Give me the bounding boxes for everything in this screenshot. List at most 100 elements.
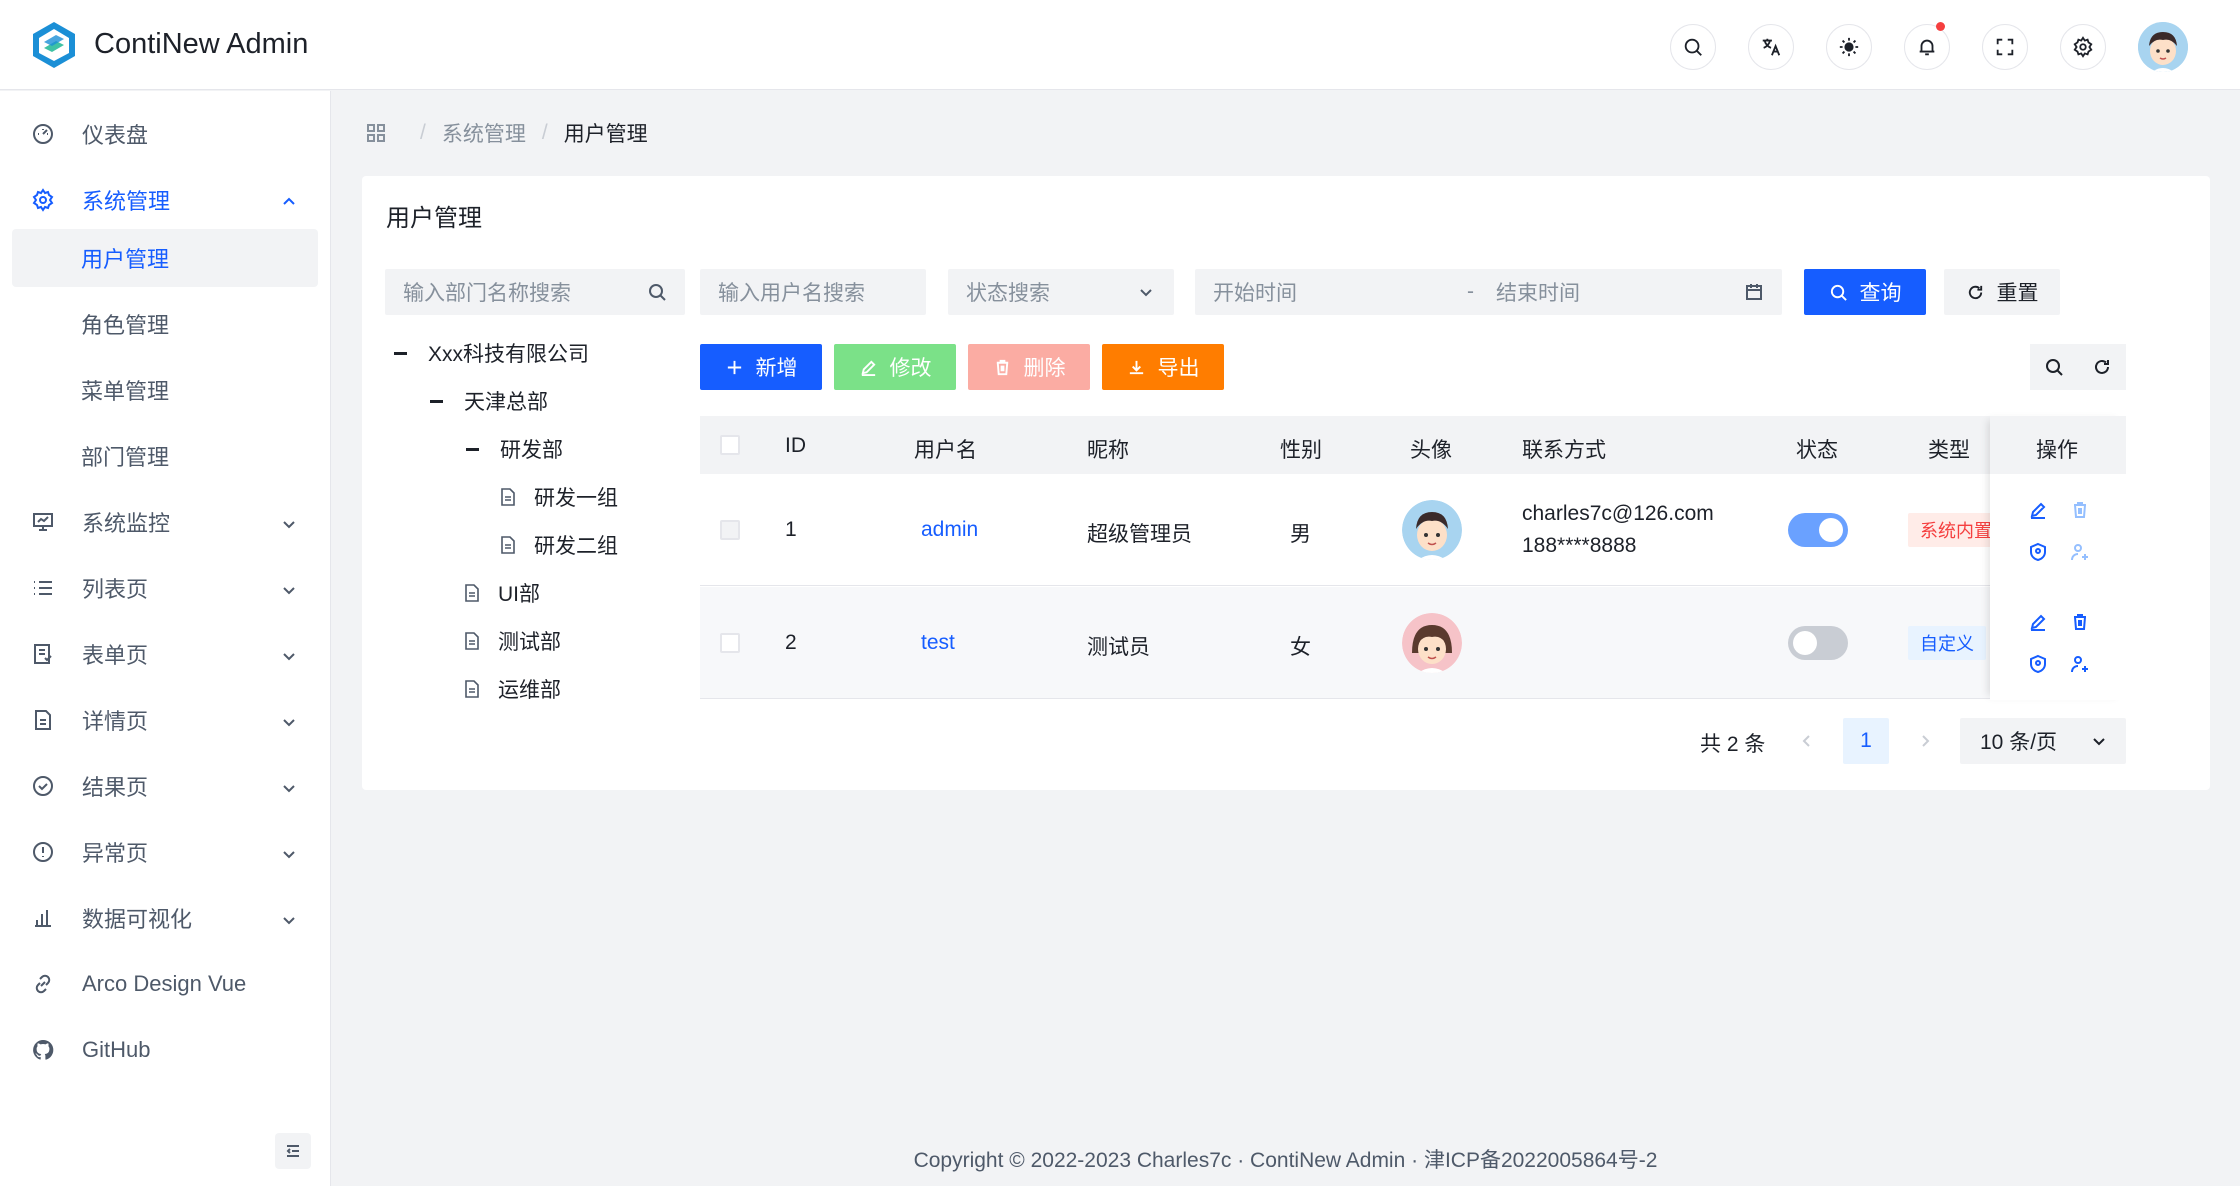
top-header: ContiNew Admin [0,0,2240,90]
sidebar-sub-item-roles[interactable]: 角色管理 [12,295,318,353]
edit-button[interactable]: 修改 [834,344,956,390]
sidebar-item-list[interactable]: 列表页 [12,559,318,617]
list-icon [30,575,56,601]
user-role-icon[interactable] [2070,654,2090,674]
tree-node[interactable]: UI部 [464,578,540,608]
chevron-up-icon [280,191,298,209]
breadcrumb-item[interactable]: 系统管理 [442,118,526,148]
refresh-icon [2095,359,2109,374]
page-number[interactable]: 1 [1843,718,1889,764]
language-button[interactable] [1748,24,1794,70]
cell-username-link[interactable]: admin [921,518,978,542]
edit-icon[interactable] [2028,612,2048,632]
table-row[interactable]: 1 admin 超级管理员 男 charles7c@126.com 188***… [700,474,2126,586]
status-toggle[interactable] [1788,513,1848,547]
tree-collapse-icon[interactable] [428,392,446,410]
sidebar-item-detail[interactable]: 详情页 [12,691,318,749]
file-icon [464,584,480,602]
export-button-label: 导出 [1157,357,1200,380]
tree-node[interactable]: 研发一组 [500,482,618,512]
sidebar-item-exception[interactable]: 异常页 [12,823,318,881]
table-header: ID 用户名 昵称 性别 头像 联系方式 状态 类型 [700,416,2126,474]
delete-button[interactable]: 删除 [968,344,1090,390]
sidebar-item-arco[interactable]: Arco Design Vue [12,955,318,1013]
table-row[interactable]: 2 test 测试员 女 自定义 [700,587,2126,699]
prev-page-icon[interactable] [1798,732,1816,750]
sidebar-sub-item-depts[interactable]: 部门管理 [12,427,318,485]
sidebar-sub-item-menus[interactable]: 菜单管理 [12,361,318,419]
trash-icon [996,359,1008,375]
cell-username-link[interactable]: test [921,631,955,655]
chevron-down-icon [280,909,298,927]
start-date-placeholder: 开始时间 [1213,282,1297,305]
row-checkbox[interactable] [720,520,740,540]
tree-node[interactable]: 研发二组 [500,530,618,560]
status-select[interactable]: 状态搜索 [948,269,1174,315]
query-button[interactable]: 查询 [1804,269,1926,315]
male-avatar-icon [1402,500,1462,560]
tree-node-label: UI部 [498,583,540,606]
status-select-placeholder: 状态搜索 [966,282,1050,305]
toggle-knob [1819,518,1843,542]
operations-column: 操作 [1990,416,2126,700]
sidebar-item-label: 列表页 [82,577,149,602]
user-avatar[interactable] [2138,22,2188,72]
trash-icon[interactable] [2070,612,2090,632]
tree-node[interactable]: Xxx科技有限公司 [392,338,589,368]
user-role-icon [2070,542,2090,562]
status-toggle[interactable] [1788,626,1848,660]
tree-collapse-icon[interactable] [392,344,410,362]
username-search-input[interactable]: 输入用户名搜索 [700,269,926,315]
sidebar-sub-item-label: 部门管理 [81,445,170,470]
sidebar-item-label: 异常页 [82,841,149,866]
dept-search-input[interactable]: 输入部门名称搜索 [385,269,685,315]
edit-icon[interactable] [2028,500,2048,520]
sidebar-sub-item-label: 菜单管理 [81,379,170,404]
settings-button[interactable] [2060,24,2106,70]
tree-node[interactable]: 运维部 [464,674,561,704]
export-button[interactable]: 导出 [1102,344,1224,390]
sidebar-item-monitor[interactable]: 系统监控 [12,493,318,551]
tree-node[interactable]: 天津总部 [428,386,548,416]
shield-icon[interactable] [2028,542,2048,562]
tree-node[interactable]: 测试部 [464,626,561,656]
fullscreen-button[interactable] [1982,24,2028,70]
page-size-select[interactable]: 10 条/页 [1960,718,2126,764]
next-page-icon[interactable] [1916,732,1934,750]
sidebar-item-form[interactable]: 表单页 [12,625,318,683]
column-header: 联系方式 [1522,439,1606,462]
date-range-picker[interactable]: 开始时间 - 结束时间 [1195,269,1782,315]
notification-button[interactable] [1904,22,1950,70]
sidebar-item-dashboard[interactable]: 仪表盘 [12,105,318,163]
select-all-checkbox[interactable] [720,435,740,455]
reset-button[interactable]: 重置 [1944,269,2060,315]
sidebar-item-label: 结果页 [82,775,149,800]
dashboard-icon [30,121,56,147]
app-logo[interactable]: ContiNew Admin [30,20,308,70]
tree-node-label: 研发部 [500,439,563,462]
footer: Copyright © 2022-2023 Charles7c · ContiN… [913,1149,1658,1172]
column-header: 状态 [1796,439,1838,462]
sidebar-sub-item-label: 角色管理 [81,313,170,338]
cell-gender: 男 [1290,523,1311,546]
shield-icon[interactable] [2028,654,2048,674]
theme-button[interactable] [1826,24,1872,70]
sidebar-item-label: 数据可视化 [82,907,193,932]
search-button[interactable] [1670,24,1716,70]
sidebar-item-result[interactable]: 结果页 [12,757,318,815]
tree-node[interactable]: 研发部 [464,434,563,464]
sidebar-sub-item-users[interactable]: 用户管理 [12,229,318,287]
row-checkbox[interactable] [720,633,740,653]
page-title: 用户管理 [386,205,482,232]
add-button[interactable]: 新增 [700,344,822,390]
tree-collapse-icon[interactable] [464,440,482,458]
table-refresh-button[interactable] [2078,344,2126,390]
collapse-sidebar-button[interactable] [275,1133,311,1169]
sidebar-item-visualization[interactable]: 数据可视化 [12,889,318,947]
cell-gender: 女 [1290,636,1311,659]
table-search-toggle-button[interactable] [2030,344,2078,390]
sidebar-item-github[interactable]: GitHub [12,1021,318,1079]
column-header: 性别 [1280,439,1322,462]
calendar-icon [1744,282,1764,302]
sidebar-item-system[interactable]: 系统管理 [12,171,318,229]
